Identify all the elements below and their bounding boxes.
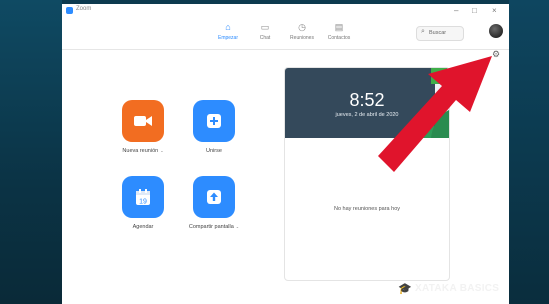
watermark: 🎓 XATAKA BASICS [398, 281, 546, 299]
watermark-text: XATAKA BASICS [415, 283, 500, 294]
red-arrow-annotation [378, 56, 492, 172]
graduation-cap-icon: 🎓 [398, 283, 412, 295]
